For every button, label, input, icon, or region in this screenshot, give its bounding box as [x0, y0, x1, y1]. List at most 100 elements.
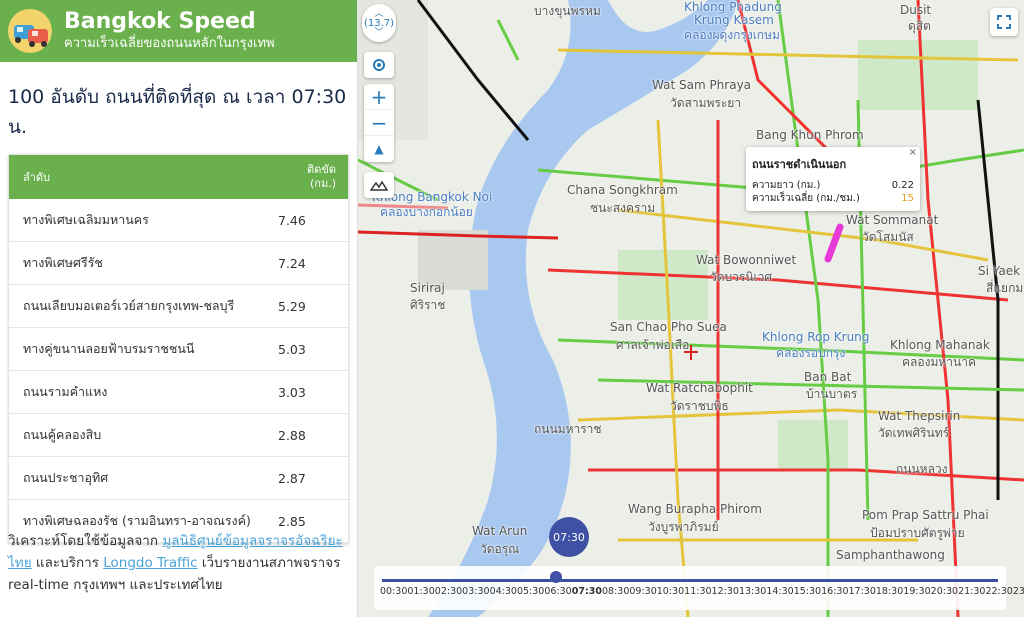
page-title: 100 อันดับ ถนนที่ติดที่สุด ณ เวลา 07:30 … — [8, 86, 347, 138]
map-label: Krung Kasem — [694, 13, 774, 27]
fullscreen-button[interactable] — [990, 8, 1018, 36]
zoom-controls: + − ▲ — [364, 84, 394, 162]
time-tick-label[interactable]: 18:30 — [876, 586, 903, 597]
time-tick-label[interactable]: 10:30 — [657, 586, 684, 597]
popup-length-value: 0.22 — [891, 180, 914, 191]
time-slider[interactable]: 00:30 01:30 02:30 03:30 04:30 05:30 06:30 07:30… — [374, 566, 1024, 610]
time-tick-label[interactable]: 03:30 — [462, 586, 489, 597]
table-body: ทางพิเศษเฉลิมมหานคร 7.46 ทางพิเศษศรีรัช 7.2… — [9, 199, 348, 543]
zoom-level-indicator[interactable]: ︿ (13.7) ﹀ — [362, 4, 396, 42]
popup-speed-label: ความเร็วเฉลี่ย (กม./ชม.) — [752, 193, 860, 204]
map-label: วัดเทพศิรินทร์ — [878, 426, 950, 440]
sidebar: Bangkok Speed ความเร็วเฉลี่ยของถนนหลักใน… — [0, 0, 358, 617]
map-label: วังบูรพาภิรมย์ — [648, 520, 719, 534]
credit-middle: และบริการ — [31, 555, 104, 571]
credit-text: วิเคราะห์โดยใช้ข้อมูลจาก มูลนิธิศูนย์ข้อ… — [8, 530, 353, 596]
compass-icon: ▲ — [374, 142, 384, 156]
time-tick-label[interactable]: 17:30 — [849, 586, 876, 597]
terrain-icon — [370, 180, 388, 191]
table-header: ลำดับ ติดขัด (กม.) — [9, 155, 348, 199]
compass-button[interactable]: ▲ — [364, 136, 394, 162]
map-label: คลองรอบกรุง — [776, 346, 846, 360]
map-label: Siriraj — [410, 281, 445, 295]
time-tick-label[interactable]: 09:30 — [629, 586, 656, 597]
map-label: Wat Arun — [472, 524, 528, 538]
time-tick-label[interactable]: 01:30 — [407, 586, 434, 597]
map-label: Wat Thepsirin — [878, 409, 961, 423]
column-header-congestion-line2: (กม.) — [310, 177, 336, 190]
timeline-current-bubble: 07:30 — [549, 517, 589, 557]
time-tick-label[interactable]: 15:30 — [794, 586, 821, 597]
time-tick-label[interactable]: 13:30 — [739, 586, 766, 597]
time-slider-track[interactable] — [382, 579, 998, 582]
congestion-value: 7.24 — [278, 255, 306, 271]
time-tick-label[interactable]: 16:30 — [821, 586, 848, 597]
map-label: Ban Bat — [804, 370, 852, 384]
layers-button[interactable] — [364, 172, 394, 198]
map-label: ดุสิต — [908, 19, 931, 33]
map-label: Bang Khun Phrom — [756, 128, 864, 142]
map-label: วัดโสมนัส — [862, 230, 914, 244]
road-name: ถนนรามคำแหง — [23, 384, 108, 399]
time-tick-label[interactable]: 21:30 — [958, 586, 985, 597]
time-tick-label[interactable]: 04:30 — [490, 586, 517, 597]
chevron-down-icon[interactable]: ﹀ — [374, 28, 383, 37]
map-label: ศาลเจ้าพ่อเสือ — [616, 338, 690, 352]
time-tick-label[interactable]: 19:30 — [903, 586, 930, 597]
zoom-level-value: (13.7) — [363, 17, 395, 29]
table-row[interactable]: ทางคู่ขนานลอยฟ้าบรมราชชนนี 5.03 — [9, 328, 348, 371]
map-label: บ้านบาตร — [806, 387, 858, 401]
map-label: บางขุนพรหม — [534, 4, 601, 18]
map-label: วัดอรุณ — [480, 542, 520, 556]
time-tick-label[interactable]: 22:30 — [985, 586, 1012, 597]
app-title: Bangkok Speed — [64, 9, 256, 34]
road-name: ทางพิเศษเฉลิมมหานคร — [23, 212, 149, 227]
table-row[interactable]: ถนนเลียบมอเตอร์เวย์สายกรุงเทพ-ชลบุรี 5.29 — [9, 285, 348, 328]
time-tick-label[interactable]: 07:30 — [572, 586, 602, 597]
table-row[interactable]: ถนนรามคำแหง 3.03 — [9, 371, 348, 414]
close-icon[interactable]: × — [909, 147, 917, 158]
map-label: Khlong Rop Krung — [762, 330, 870, 344]
map-label: Wat Sam Phraya — [652, 78, 752, 92]
column-header-congestion-line1: ติดขัด — [307, 163, 336, 176]
longdo-traffic-link[interactable]: Longdo Traffic — [103, 555, 197, 571]
credit-prefix: วิเคราะห์โดยใช้ข้อมูลจาก — [8, 533, 163, 549]
congestion-value: 2.88 — [278, 427, 306, 443]
table-row[interactable]: ถนนคู้คลองสิบ 2.88 — [9, 414, 348, 457]
time-tick-label[interactable]: 11:30 — [684, 586, 711, 597]
traffic-map[interactable]: Khlong Phadung Krung Kasem คลองผดุงกรุงเ… — [358, 0, 1024, 617]
time-tick-label[interactable]: 14:30 — [766, 586, 793, 597]
time-tick-label[interactable]: 02:30 — [435, 586, 462, 597]
time-tick-label[interactable]: 20:30 — [931, 586, 958, 597]
table-row[interactable]: ถนนประชาอุทิศ 2.87 — [9, 457, 348, 500]
table-row[interactable]: ทางพิเศษศรีรัช 7.24 — [9, 242, 348, 285]
map-label: ศิริราช — [410, 298, 446, 312]
congestion-value: 5.29 — [278, 298, 306, 314]
chevron-up-icon[interactable]: ︿ — [374, 9, 383, 18]
zoom-out-button[interactable]: − — [364, 110, 394, 136]
map-label: ถนนหลวง — [896, 462, 948, 476]
map-label: Wang Burapha Phirom — [628, 502, 762, 516]
time-tick-label[interactable]: 23:30 — [1013, 586, 1024, 597]
congestion-value: 2.87 — [278, 470, 306, 486]
congestion-value: 5.03 — [278, 341, 306, 357]
map-label: ป้อมปราบศัตรูพ่าย — [870, 526, 965, 540]
time-tick-label[interactable]: 05:30 — [517, 586, 544, 597]
road-name: ถนนเลียบมอเตอร์เวย์สายกรุงเทพ-ชลบุรี — [23, 298, 235, 313]
map-label: Khlong Phadung — [684, 0, 782, 14]
zoom-in-button[interactable]: + — [364, 84, 394, 110]
time-slider-labels: 00:30 01:30 02:30 03:30 04:30 05:30 06:30 07:30… — [380, 586, 1024, 597]
map-label: Si Yaek M — [978, 264, 1024, 278]
time-tick-label[interactable]: 00:30 — [380, 586, 407, 597]
locate-button[interactable] — [364, 52, 394, 78]
popup-speed-value: 15 — [901, 193, 914, 204]
map-label: วัดราชบพิธ — [670, 399, 729, 413]
time-tick-label[interactable]: 12:30 — [712, 586, 739, 597]
traffic-logo-icon — [6, 7, 54, 55]
time-tick-label[interactable]: 06:30 — [544, 586, 571, 597]
road-name: ทางพิเศษฉลองรัช (รามอินทรา-อาจณรงค์) — [23, 513, 251, 528]
table-row[interactable]: ทางพิเศษเฉลิมมหานคร 7.46 — [9, 199, 348, 242]
time-tick-label[interactable]: 08:30 — [602, 586, 629, 597]
time-slider-handle[interactable] — [550, 571, 562, 583]
congestion-value: 7.46 — [278, 212, 306, 228]
